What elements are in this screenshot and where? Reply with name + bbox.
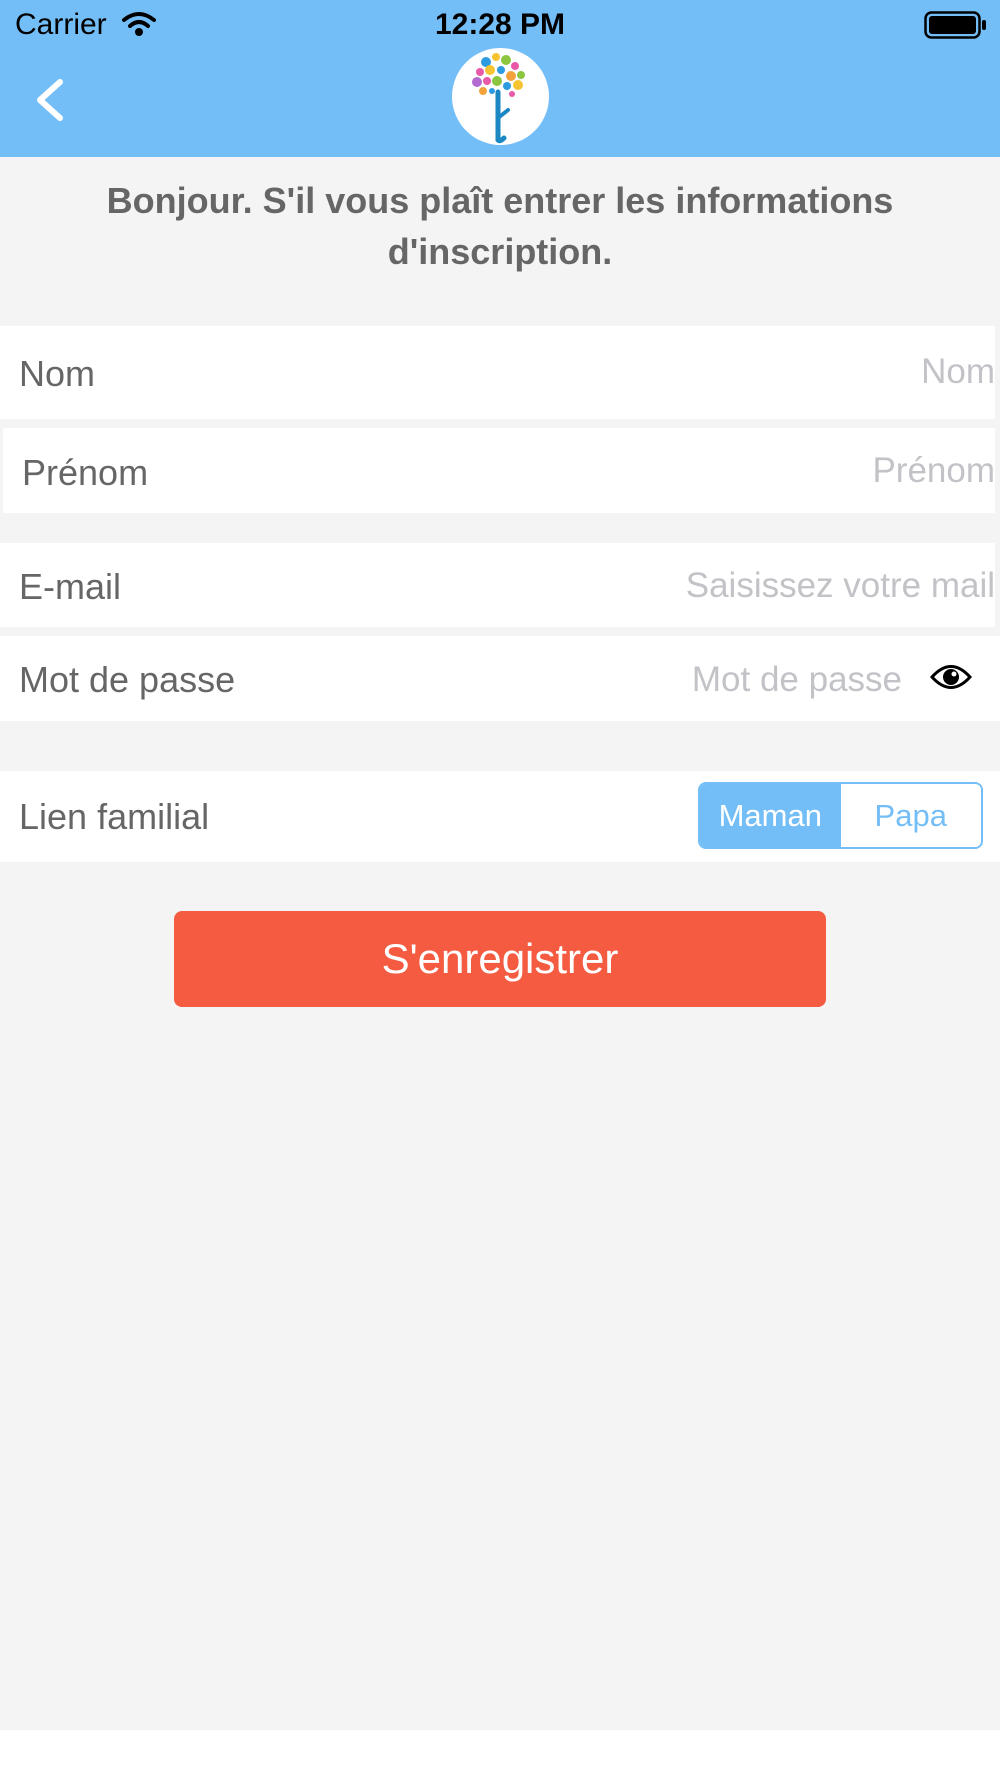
password-input[interactable] [502, 660, 902, 700]
relation-label: Lien familial [19, 796, 210, 837]
prenom-label: Prénom [22, 452, 149, 493]
status-bar: Carrier 12:28 PM [0, 0, 1000, 50]
email-row: E-mail [0, 543, 995, 627]
prenom-input[interactable] [435, 451, 995, 491]
email-label: E-mail [19, 566, 122, 607]
status-time: 12:28 PM [434, 8, 566, 41]
nom-input[interactable] [435, 352, 995, 392]
chevron-left-icon [37, 79, 63, 121]
tree-logo-icon [472, 53, 525, 144]
bottom-area [0, 1730, 1000, 1778]
password-row: Mot de passe [0, 636, 1000, 721]
segment-papa[interactable]: Papa [840, 784, 981, 847]
intro-text: Bonjour. S'il vous plaît entrer les info… [106, 180, 894, 272]
register-button[interactable]: S'enregistrer [174, 911, 826, 1007]
prenom-row: Prénom [3, 428, 995, 513]
email-input[interactable] [435, 566, 995, 606]
eye-icon[interactable] [929, 662, 973, 697]
segment-maman[interactable]: Maman [700, 784, 841, 847]
password-label: Mot de passe [19, 659, 236, 700]
nav-header: Carrier 12:28 PM [0, 0, 1000, 157]
battery-icon [924, 11, 988, 44]
nom-label: Nom [19, 353, 96, 394]
app-logo [452, 48, 549, 145]
back-button[interactable] [30, 70, 80, 130]
nom-row: Nom [0, 326, 995, 419]
relation-segmented-control: Maman Papa [698, 782, 983, 849]
